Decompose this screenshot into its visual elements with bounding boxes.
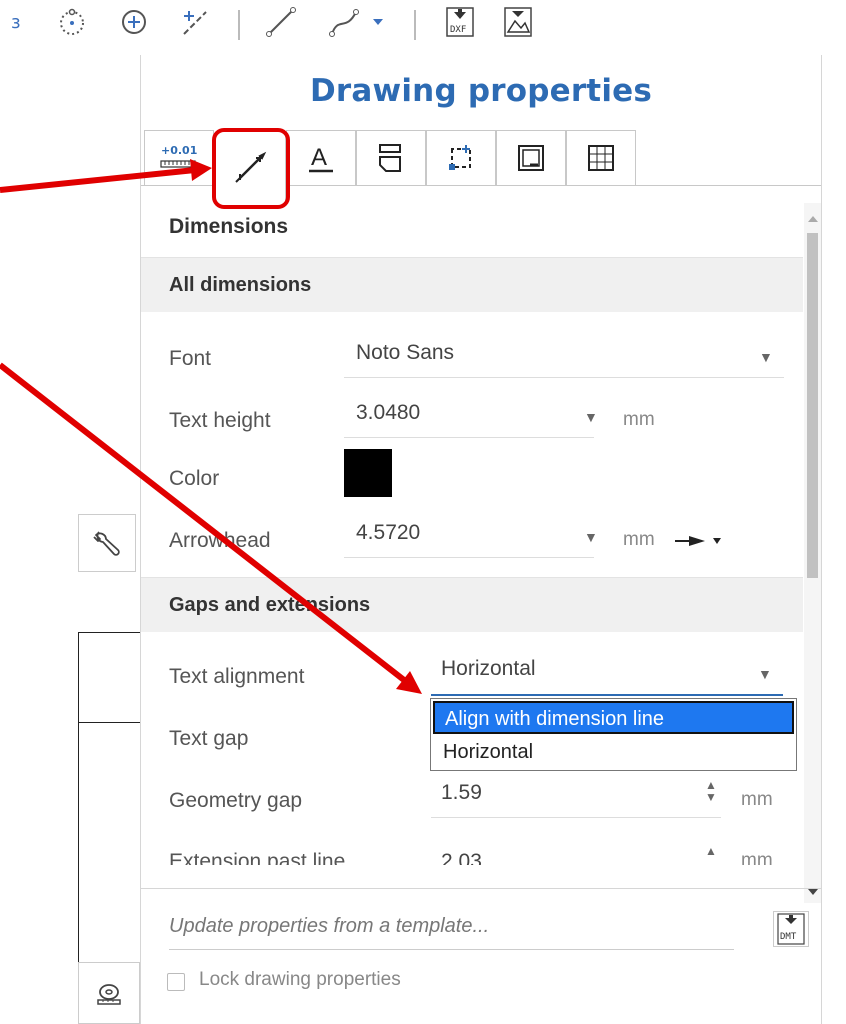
annotation-overlay: [0, 128, 422, 694]
annotation-arrow: [0, 362, 406, 683]
highlight-box: [212, 128, 290, 209]
annotation-arrowhead: [190, 159, 212, 181]
annotation-arrow: [0, 167, 196, 193]
